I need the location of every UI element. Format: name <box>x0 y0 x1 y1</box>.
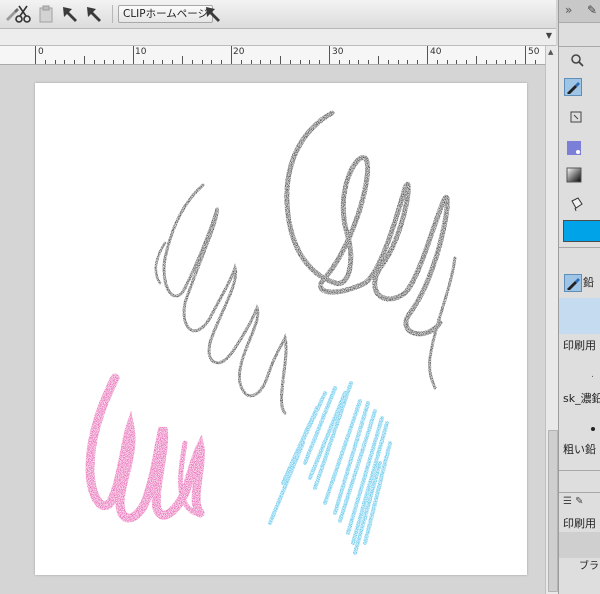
property-header-row <box>559 532 600 558</box>
zoom-icon[interactable] <box>569 52 585 68</box>
ruler-label: 20 <box>233 47 245 57</box>
pen-icon[interactable]: ✎ <box>587 3 597 17</box>
pink-stroke <box>85 373 205 523</box>
black-stroke-large <box>284 110 457 390</box>
brush-dot-small: . <box>591 370 594 380</box>
spray-brush-icon[interactable] <box>566 140 582 156</box>
panel-divider <box>559 492 600 493</box>
dropdown-arrow-icon[interactable]: ▼ <box>546 31 552 40</box>
ruler-label: 30 <box>332 47 344 57</box>
subbar: ▼ <box>0 29 556 46</box>
gradient-icon[interactable] <box>566 167 582 183</box>
canvas-strokes <box>85 110 457 555</box>
horizontal-ruler: 0 10 20 30 40 50 <box>0 46 545 65</box>
ruler-label: 10 <box>135 47 147 57</box>
subtool-rough-pencil-label: 粗い鉛 <box>563 443 596 456</box>
scroll-up-icon[interactable]: ▲ <box>548 48 553 56</box>
ruler-label: 50 <box>528 47 540 57</box>
layer-icon[interactable] <box>568 109 584 125</box>
scrollbar-thumb[interactable] <box>548 430 558 592</box>
brush-dot-large <box>591 427 595 431</box>
panel-divider <box>559 247 600 248</box>
vertical-scrollbar[interactable]: ▲ <box>545 46 558 594</box>
panel-divider <box>559 470 600 471</box>
current-color-swatch[interactable] <box>563 220 600 242</box>
clipboard-icon[interactable] <box>36 4 56 24</box>
panel-header: » ✎ <box>559 0 600 23</box>
ruler-label: 0 <box>38 47 44 57</box>
canvas-area[interactable] <box>0 65 545 594</box>
arrow-icon[interactable] <box>84 4 104 24</box>
subtool-pencil-label: 鉛 <box>583 276 594 289</box>
subtool-selected-row[interactable] <box>559 298 600 334</box>
clip-homepage-button[interactable]: CLIPホームページ <box>118 5 214 23</box>
panel-divider <box>559 46 600 47</box>
main-toolbar: CLIPホームページ <box>0 0 556 29</box>
ruler-label: 40 <box>430 47 442 57</box>
cyan-stroke <box>268 381 392 555</box>
pencil-subtool-icon[interactable] <box>564 274 582 292</box>
property-print-label: 印刷用 <box>563 517 596 530</box>
properties-tab-icon[interactable]: ☰ ✎ <box>563 496 584 507</box>
subtool-print-label: 印刷用 <box>563 339 596 352</box>
property-brush-label: ブラ <box>579 561 599 572</box>
pencil-tool-icon[interactable] <box>564 78 582 96</box>
toolbar-separator <box>112 5 113 23</box>
black-stroke-small <box>154 183 288 415</box>
arrow-icon[interactable] <box>203 4 223 24</box>
ruler-ticks <box>35 46 536 64</box>
right-panel: » ✎ 鉛 印刷用 . sk_濃鉛 粗い鉛 ☰ ✎ 印刷用 ブラ <box>558 0 600 594</box>
subtool-dark-pencil-label: sk_濃鉛 <box>563 392 600 405</box>
drawing-canvas[interactable] <box>35 83 527 575</box>
arrow-icon[interactable] <box>60 4 80 24</box>
fill-bucket-icon[interactable] <box>568 196 584 212</box>
scissors-icon[interactable] <box>13 4 33 24</box>
collapse-panel-icon[interactable]: » <box>565 3 572 17</box>
